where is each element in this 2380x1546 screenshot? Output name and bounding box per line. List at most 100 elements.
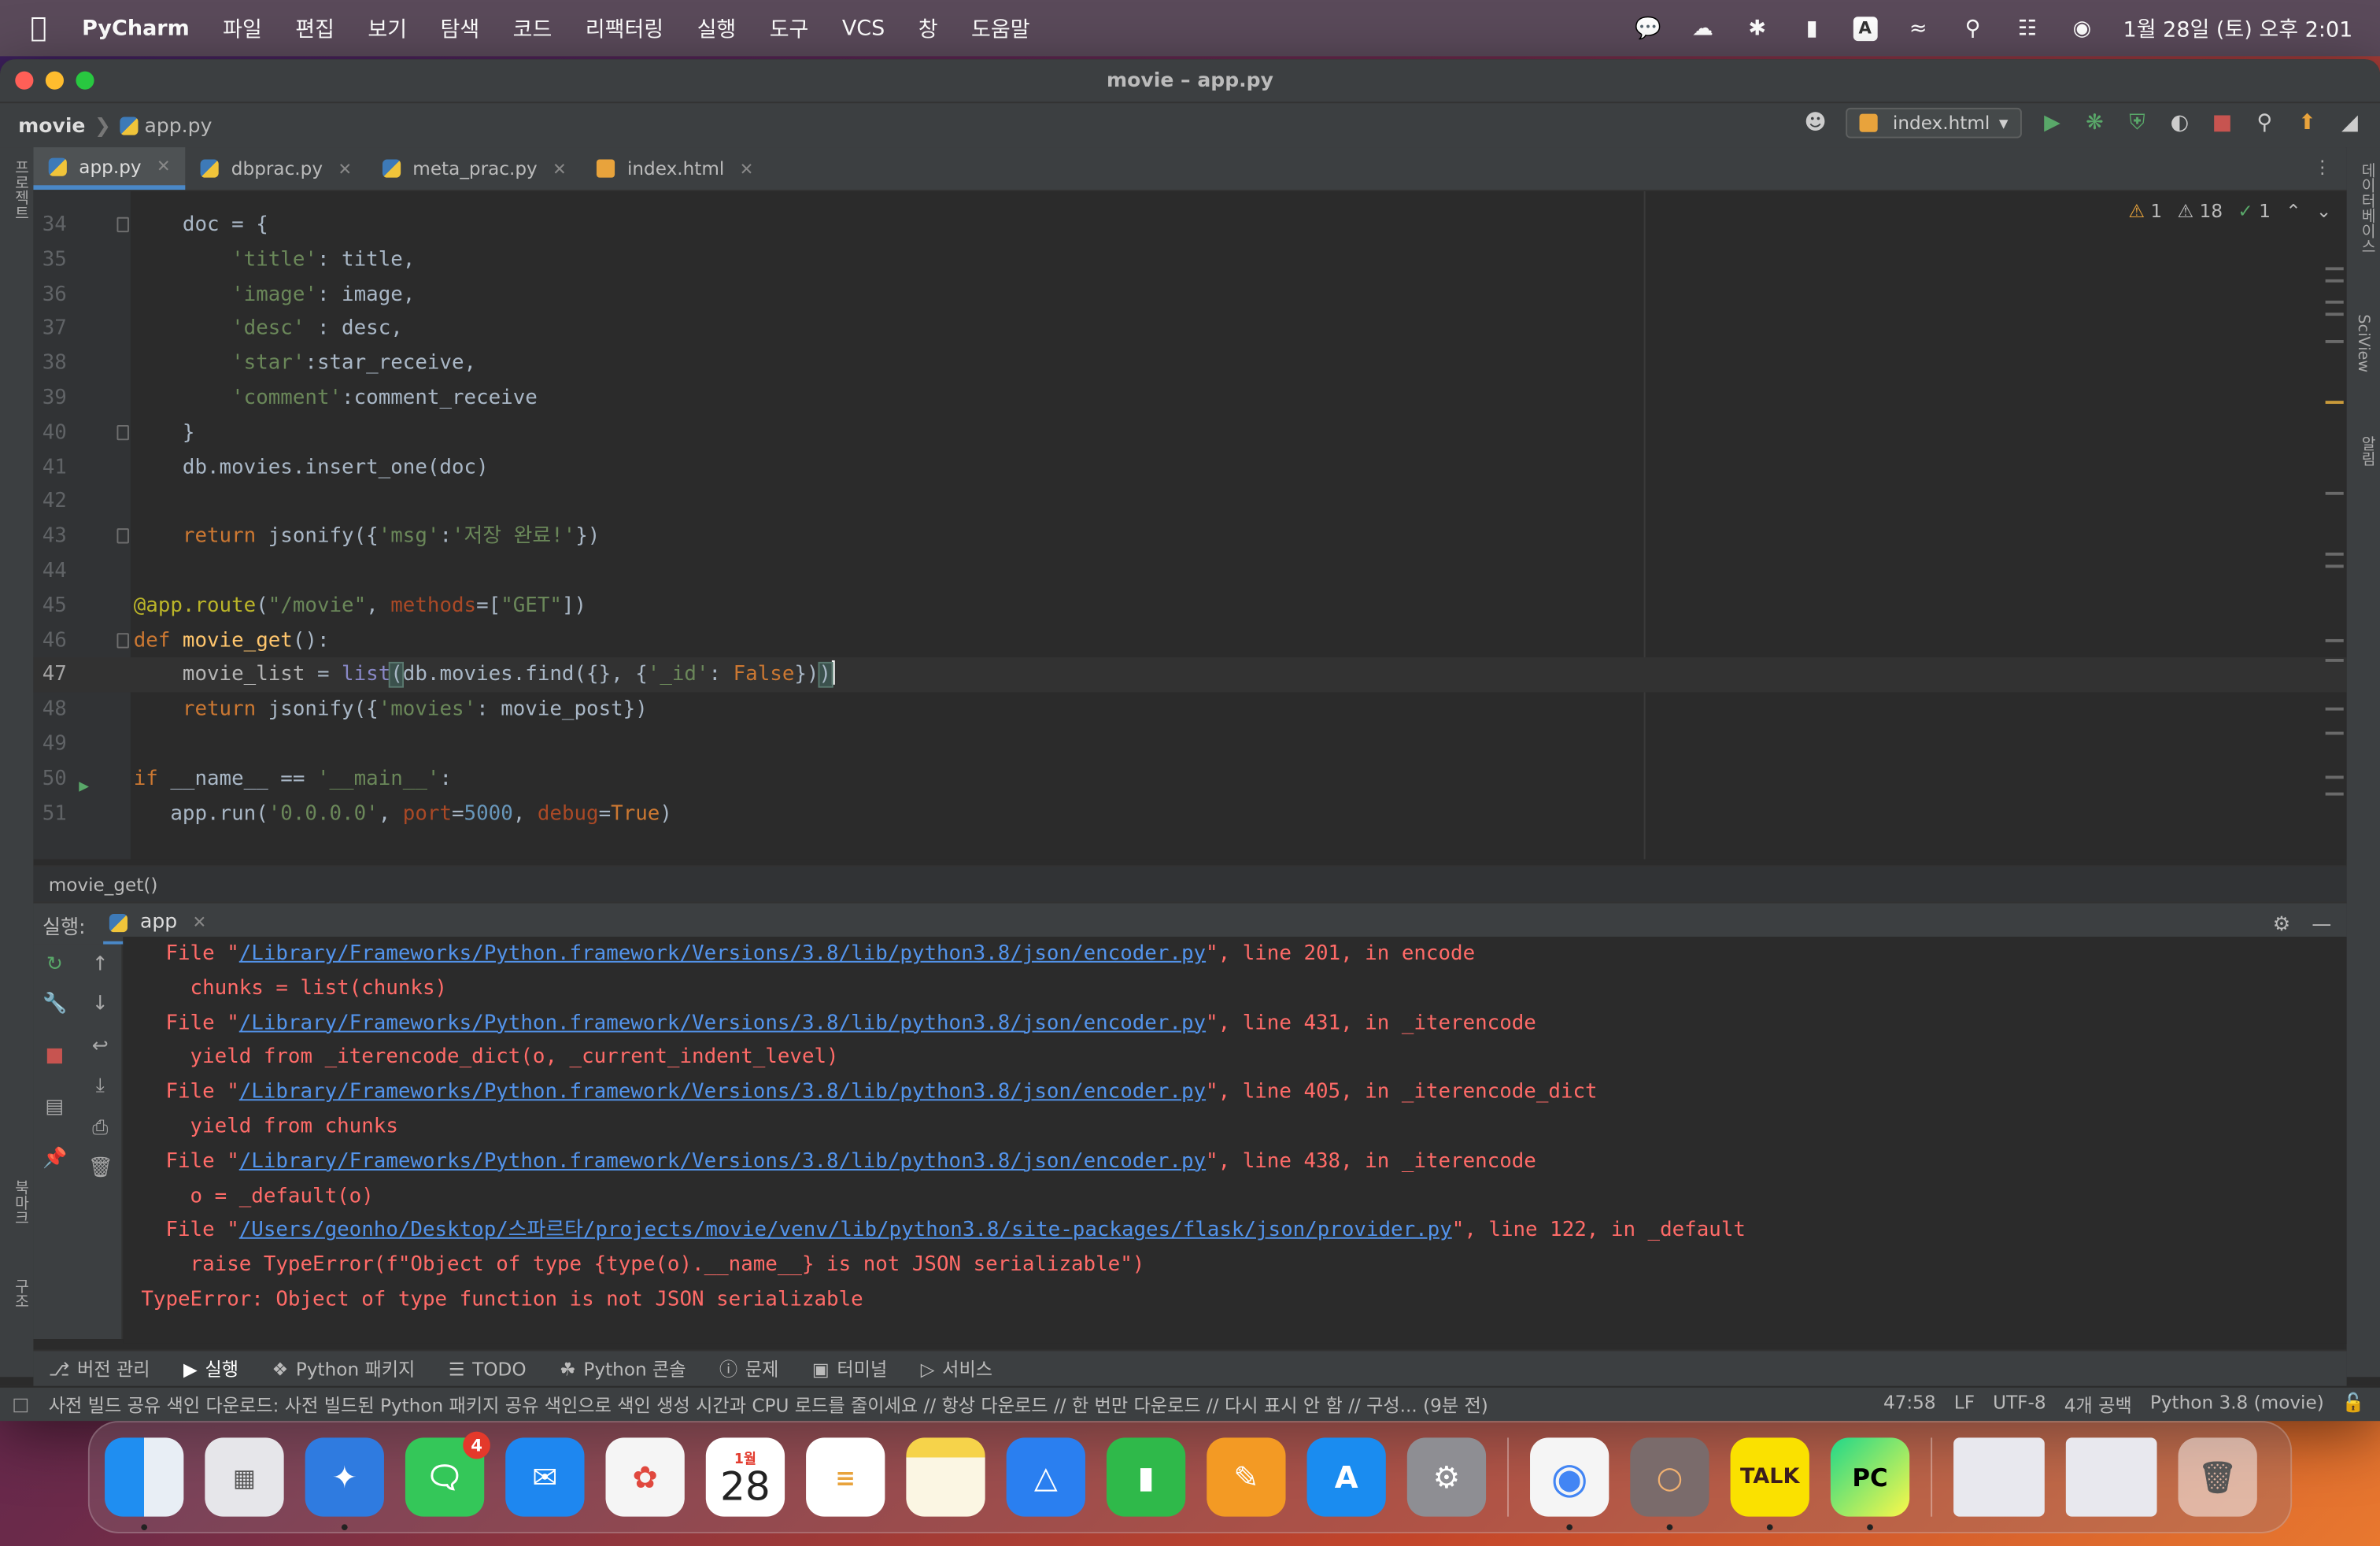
recent-window-thumbnail[interactable] (1953, 1437, 2045, 1517)
chevron-down-icon[interactable]: ⌄ (2316, 201, 2331, 222)
code-line[interactable]: 43 return jsonify({'msg':'저장 완료!'}) (33, 520, 2346, 554)
tool-tab-branch[interactable]: ⎇ 버전 관리 (49, 1356, 150, 1381)
traceback-file-link[interactable]: /Library/Frameworks/Python.framework/Ver… (239, 1150, 1206, 1173)
indent-setting[interactable]: 4개 공백 (2064, 1392, 2132, 1418)
traceback-file-link[interactable]: /Library/Frameworks/Python.framework/Ver… (239, 1082, 1206, 1104)
menu-tools[interactable]: 도구 (770, 13, 809, 43)
profile-icon[interactable]: ◐ (2168, 111, 2192, 135)
traceback-file-link[interactable]: /Library/Frameworks/Python.framework/Ver… (239, 1012, 1206, 1035)
line-number[interactable]: 40 (33, 416, 67, 450)
code-line[interactable]: 45 @app.route("/movie", methods=["GET"]) (33, 589, 2346, 623)
control-center-icon[interactable]: ☷ (2014, 16, 2042, 40)
code-text[interactable]: app.run('0.0.0.0', port=5000, debug=True… (134, 797, 672, 831)
code-text[interactable]: 'title': title, (134, 242, 415, 277)
gear-icon[interactable]: ⚙ (2273, 913, 2290, 936)
tool-tab-play[interactable]: ▶ 실행 (183, 1356, 238, 1381)
trash-icon[interactable]: 🗑 (88, 1157, 113, 1180)
code-text[interactable]: return jsonify({'msg':'저장 완료!'}) (134, 520, 600, 554)
bookmarks-tool-button[interactable]: 북마크 (8, 1180, 31, 1226)
caret-position[interactable]: 47:58 (1883, 1392, 1936, 1418)
code-editor[interactable]: 34 doc = {35 'title': title, 36 'image': … (33, 191, 2347, 860)
inspection-widget[interactable]: ⚠ 1 ⚠ 18 ✓ 1 ⌃ ⌄ (2128, 201, 2331, 222)
code-text[interactable]: } (134, 416, 195, 450)
code-text[interactable]: db.movies.insert_one(doc) (134, 450, 489, 485)
safari-app-icon[interactable]: ✦ (305, 1437, 384, 1531)
fold-marker-icon[interactable] (116, 632, 129, 648)
code-line[interactable]: 36 'image': image, (33, 277, 2346, 312)
line-number[interactable]: 45 (33, 589, 67, 623)
tab-index-html[interactable]: index.html ✕ (582, 147, 769, 190)
code-line[interactable]: 34 doc = { (33, 208, 2346, 242)
arrow-up-icon[interactable]: ↑ (88, 953, 113, 976)
line-number[interactable]: 50 (33, 762, 67, 797)
menu-code[interactable]: 코드 (513, 13, 552, 43)
search-icon[interactable]: ⚲ (2252, 111, 2277, 135)
run-configuration-select[interactable]: index.html ▾ (1846, 107, 2022, 139)
stop-icon[interactable]: ■ (2210, 111, 2234, 135)
bluetooth-icon[interactable]: ✱ (1743, 16, 1771, 40)
chat-status-icon[interactable]: 💬 (1635, 16, 1662, 40)
code-text[interactable]: if __name__ == '__main__': (134, 762, 452, 797)
coverage-icon[interactable]: ⛨ (2125, 111, 2149, 135)
code-line[interactable]: 49 (33, 727, 2346, 762)
chrome-app-icon[interactable]: ◉ (1530, 1437, 1609, 1531)
notes-app-icon[interactable] (906, 1437, 985, 1517)
close-icon[interactable]: ✕ (552, 159, 567, 179)
run-console-output[interactable]: File "/Library/Frameworks/Python.framewo… (123, 936, 2347, 1344)
structure-tool-button[interactable]: 구조 (8, 1278, 31, 1309)
cloud-app-icon[interactable]: ☁ (1689, 16, 1717, 40)
stop-icon[interactable]: ■ (42, 1045, 67, 1067)
status-toggle-icon[interactable]: □ (12, 1393, 29, 1415)
wrench-icon[interactable]: 🔧 (42, 993, 67, 1015)
tab-dbprac-py[interactable]: dbprac.py ✕ (186, 147, 367, 190)
close-icon[interactable]: ✕ (740, 159, 754, 179)
code-text[interactable]: 'star':star_receive, (134, 346, 476, 381)
pasta-app-icon[interactable]: ○ (1630, 1437, 1709, 1531)
fold-marker-icon[interactable] (116, 216, 129, 233)
code-line[interactable]: 48 return jsonify({'movies': movie_post}… (33, 693, 2346, 727)
more-options-icon[interactable]: ⋮ (2313, 157, 2331, 178)
code-text[interactable]: @app.route("/movie", methods=["GET"]) (134, 589, 586, 623)
pages-app-icon[interactable]: ✎ (1207, 1437, 1286, 1517)
code-line[interactable]: 51 app.run('0.0.0.0', port=5000, debug=T… (33, 797, 2346, 831)
reminders-app-icon[interactable]: ≡ (806, 1437, 885, 1517)
line-number[interactable]: 44 (33, 554, 67, 589)
run-icon[interactable]: ▶ (2040, 111, 2064, 135)
menu-app-name[interactable]: PyCharm (82, 16, 190, 40)
code-line[interactable]: 41 db.movies.insert_one(doc) (33, 450, 2346, 485)
close-icon[interactable]: ✕ (193, 912, 207, 932)
finder-app-icon[interactable] (105, 1437, 184, 1531)
spotlight-search-icon[interactable]: ⚲ (1959, 16, 1986, 40)
project-tool-button[interactable]: 프로젝트 (8, 160, 31, 220)
code-text[interactable]: 'desc' : desc, (134, 312, 403, 346)
menu-view[interactable]: 보기 (368, 13, 407, 43)
mail-app-icon[interactable]: ✉ (505, 1437, 585, 1517)
menu-window[interactable]: 창 (918, 13, 938, 43)
trash-icon[interactable]: 🗑 (2178, 1437, 2257, 1517)
tool-tab-package[interactable]: ❖ Python 패키지 (272, 1356, 415, 1381)
code-line[interactable]: 46 def movie_get(): (33, 623, 2346, 658)
code-line[interactable]: 38 'star':star_receive, (33, 346, 2346, 381)
line-number[interactable]: 35 (33, 242, 67, 277)
line-number[interactable]: 37 (33, 312, 67, 346)
messages-app-icon[interactable]: 🗨 4 (405, 1431, 490, 1517)
debug-icon[interactable]: ❋ (2082, 111, 2107, 135)
tool-tab-services[interactable]: ▷ 서비스 (921, 1356, 992, 1381)
warning-count[interactable]: ⚠ 1 (2128, 201, 2162, 222)
line-number[interactable]: 43 (33, 520, 67, 554)
line-number[interactable]: 42 (33, 485, 67, 520)
tab-app-py[interactable]: app.py ✕ (33, 147, 186, 190)
breadcrumb-project[interactable]: movie (18, 115, 85, 138)
wifi-icon[interactable]: ≈ (1905, 16, 1932, 40)
code-line[interactable]: 40 } (33, 416, 2346, 450)
rerun-icon[interactable]: ↻ (42, 953, 67, 976)
kakaotalk-app-icon[interactable]: TALK (1730, 1437, 1809, 1531)
menu-edit[interactable]: 편집 (295, 13, 334, 43)
tool-tab-problems[interactable]: ⓘ 문제 (719, 1356, 778, 1381)
editor-breadcrumb[interactable]: movie_get() (33, 865, 2347, 902)
sciview-tool-button[interactable]: SciView (2354, 314, 2371, 372)
update-icon[interactable]: ⬆ (2295, 111, 2319, 135)
line-number[interactable]: 46 (33, 623, 67, 658)
code-line[interactable]: 37 'desc' : desc, (33, 312, 2346, 346)
menu-vcs[interactable]: VCS (842, 16, 885, 40)
